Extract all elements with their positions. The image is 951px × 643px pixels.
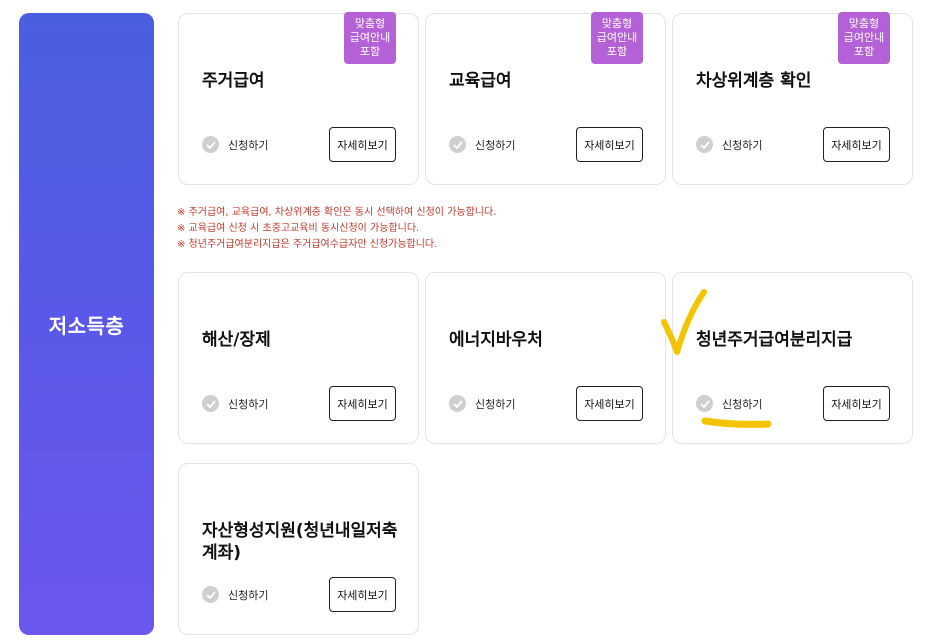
custom-benefit-badge: 맞춤형 급여안내 포함 <box>838 12 890 64</box>
card-title: 해산/장제 <box>202 330 271 350</box>
apply-checkbox[interactable]: 신청하기 <box>696 136 762 153</box>
notice-item: ※ 교육급여 신청 시 초중고교육비 동시신청이 가능합니다. <box>177 223 420 234</box>
apply-checkbox[interactable]: 신청하기 <box>202 136 268 153</box>
card-title: 교육급여 <box>449 71 512 91</box>
notice-list: ※ 주거급여, 교육급여, 차상위계층 확인은 동시 선택하여 신청이 가능합니… <box>177 205 496 253</box>
check-circle-icon <box>696 395 713 412</box>
apply-checkbox[interactable]: 신청하기 <box>202 395 268 412</box>
detail-button[interactable]: 자세히보기 <box>576 386 643 421</box>
detail-button[interactable]: 자세히보기 <box>329 386 396 421</box>
card-title: 청년주거급여분리지급 <box>696 330 853 350</box>
category-tab-low-income[interactable]: 저소득층 <box>19 13 154 635</box>
apply-label: 신청하기 <box>722 138 763 152</box>
card-title: 차상위계층 확인 <box>696 71 812 91</box>
detail-button[interactable]: 자세히보기 <box>329 127 396 162</box>
apply-label: 신청하기 <box>475 397 516 411</box>
check-circle-icon <box>449 136 466 153</box>
service-card-energy-voucher: 에너지바우처 신청하기 자세히보기 <box>425 272 666 444</box>
service-card-birth-funeral: 해산/장제 신청하기 자세히보기 <box>178 272 419 444</box>
notice-item: ※ 청년주거급여분리지급은 주거급여수급자만 신청가능합니다. <box>177 239 438 250</box>
card-title: 주거급여 <box>202 71 265 91</box>
service-card-education: 맞춤형 급여안내 포함 교육급여 신청하기 자세히보기 <box>425 12 666 185</box>
check-circle-icon <box>202 395 219 412</box>
service-card-housing: 맞춤형 급여안내 포함 주거급여 신청하기 자세히보기 <box>178 12 419 185</box>
apply-checkbox[interactable]: 신청하기 <box>449 395 515 412</box>
apply-checkbox[interactable]: 신청하기 <box>202 586 268 603</box>
apply-checkbox[interactable]: 신청하기 <box>696 395 762 412</box>
category-label: 저소득층 <box>48 313 125 338</box>
service-card-near-poverty: 맞춤형 급여안내 포함 차상위계층 확인 신청하기 자세히보기 <box>672 12 913 185</box>
custom-benefit-badge: 맞춤형 급여안내 포함 <box>591 12 643 64</box>
detail-button[interactable]: 자세히보기 <box>576 127 643 162</box>
service-card-asset-building: 자산형성지원(청년내일저축 계좌) 신청하기 자세히보기 <box>178 463 419 635</box>
apply-checkbox[interactable]: 신청하기 <box>449 136 515 153</box>
detail-button[interactable]: 자세히보기 <box>823 127 890 162</box>
check-circle-icon <box>449 395 466 412</box>
apply-label: 신청하기 <box>475 138 516 152</box>
detail-button[interactable]: 자세히보기 <box>823 386 890 421</box>
apply-label: 신청하기 <box>228 138 269 152</box>
apply-label: 신청하기 <box>722 397 763 411</box>
card-title: 에너지바우처 <box>449 330 543 350</box>
detail-button[interactable]: 자세히보기 <box>329 577 396 612</box>
card-title: 자산형성지원(청년내일저축 계좌) <box>202 521 398 563</box>
check-circle-icon <box>202 586 219 603</box>
apply-label: 신청하기 <box>228 588 269 602</box>
service-card-youth-housing-split: 청년주거급여분리지급 신청하기 자세히보기 <box>672 272 913 444</box>
apply-label: 신청하기 <box>228 397 269 411</box>
custom-benefit-badge: 맞춤형 급여안내 포함 <box>344 12 396 64</box>
notice-item: ※ 주거급여, 교육급여, 차상위계층 확인은 동시 선택하여 신청이 가능합니… <box>177 207 497 218</box>
check-circle-icon <box>202 136 219 153</box>
check-circle-icon <box>696 136 713 153</box>
